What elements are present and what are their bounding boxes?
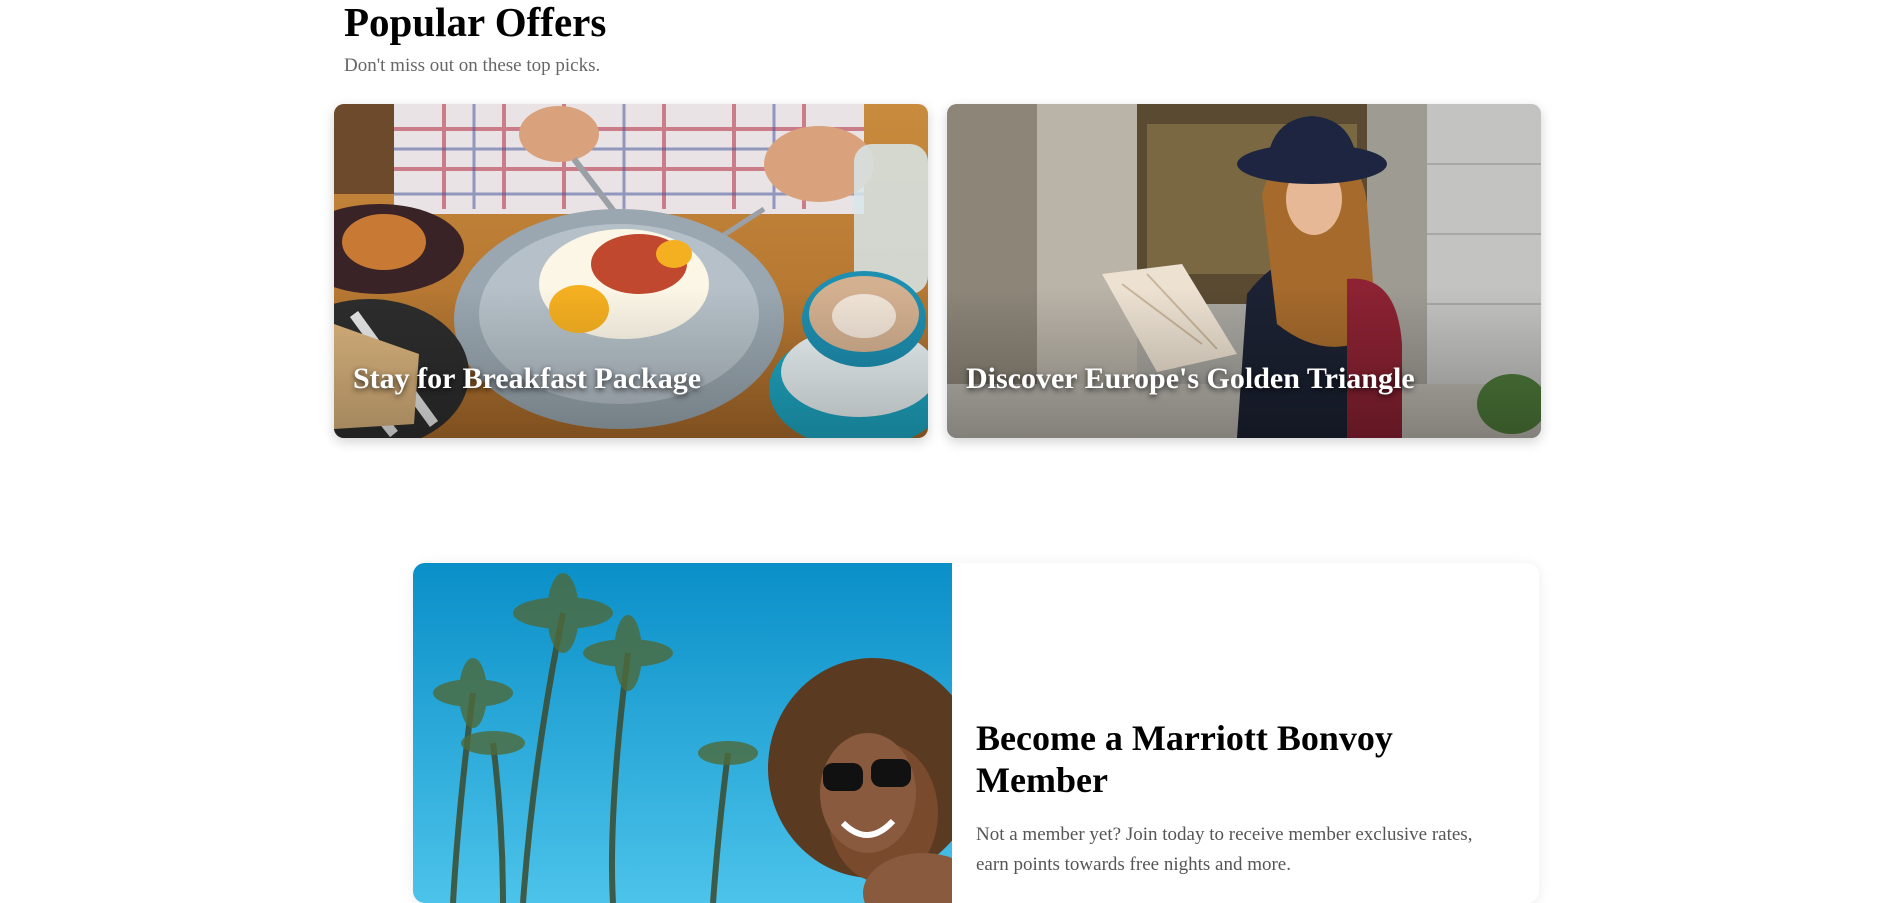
membership-content: Become a Marriott Bonvoy Member Not a me… [976, 717, 1496, 881]
popular-offers-subtitle: Don't miss out on these top picks. [344, 55, 601, 76]
membership-card: Become a Marriott Bonvoy Member Not a me… [413, 563, 1539, 903]
offer-card-europe[interactable]: Discover Europe's Golden Triangle [947, 104, 1541, 438]
woman-palm-trees-image [413, 563, 952, 903]
membership-title: Become a Marriott Bonvoy Member [976, 718, 1393, 801]
offer-card-breakfast[interactable]: Stay for Breakfast Package [334, 104, 928, 438]
membership-description: Not a member yet? Join today to receive … [976, 823, 1473, 876]
offer-card-title: Discover Europe's Golden Triangle [966, 362, 1415, 395]
offer-card-title: Stay for Breakfast Package [353, 362, 702, 395]
membership-image [413, 563, 952, 903]
popular-offers-heading: Popular Offers [344, 0, 607, 45]
